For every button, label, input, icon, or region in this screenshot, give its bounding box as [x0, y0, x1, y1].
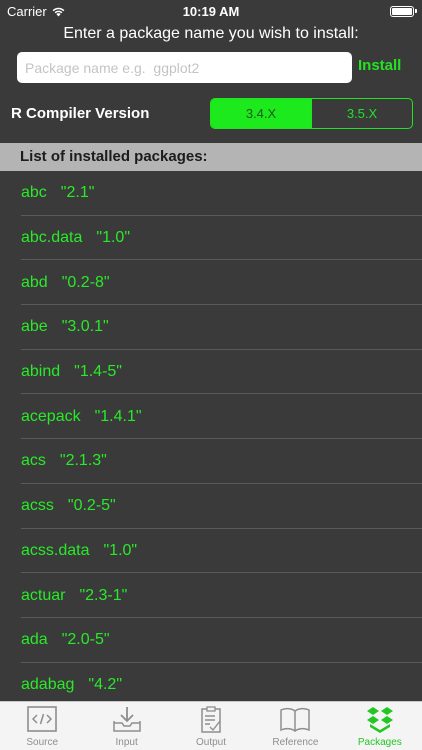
package-version: "2.1" [60, 184, 95, 202]
clock: 10:19 AM [182, 4, 240, 19]
status-bar: Carrier 10:19 AM [0, 0, 422, 22]
package-name-input[interactable] [17, 52, 352, 83]
package-row[interactable]: abc "2.1" [0, 171, 422, 216]
package-name: abc [21, 184, 47, 202]
package-version: "1.4.1" [94, 407, 142, 425]
install-prompt: Enter a package name you wish to install… [63, 25, 359, 42]
tab-label: Output [196, 737, 227, 748]
package-name: abind [21, 363, 61, 381]
tab-label: Reference [272, 737, 319, 748]
package-name: acepack [21, 407, 81, 425]
package-name: ada [21, 631, 48, 649]
compiler-option-3-5[interactable]: 3.5.X [311, 99, 412, 128]
tab-source[interactable]: Source [0, 702, 84, 750]
boxes-icon [366, 707, 393, 733]
package-version: "1.4-5" [74, 363, 122, 381]
package-name: abc.data [21, 229, 83, 247]
package-version: "3.0.1" [61, 318, 109, 336]
package-row[interactable]: acepack "1.4.1" [0, 394, 422, 439]
tab-label: Packages [357, 737, 402, 748]
install-button[interactable]: Install [358, 57, 401, 74]
tab-input[interactable]: Input [84, 702, 168, 750]
tab-packages[interactable]: Packages [338, 702, 422, 750]
package-name: acss.data [21, 541, 90, 559]
package-name: abe [21, 318, 48, 336]
package-row[interactable]: abc.data "1.0" [0, 216, 422, 261]
package-version: "2.3-1" [79, 586, 128, 604]
package-row[interactable]: abind "1.4-5" [0, 350, 422, 395]
installed-packages-header: List of installed packages: [0, 143, 422, 171]
compiler-version-label: R Compiler Version [11, 105, 150, 122]
open-book-icon [280, 707, 311, 732]
package-row[interactable]: acs "2.1.3" [0, 439, 422, 484]
package-version: "0.2-8" [61, 273, 110, 291]
battery-icon [390, 6, 417, 17]
package-row[interactable]: abe "3.0.1" [0, 305, 422, 350]
package-row[interactable]: actuar "2.3-1" [0, 573, 422, 618]
tab-bar: Source Input Output Reference Packages [0, 701, 422, 750]
installed-packages-list[interactable]: abc "2.1" abc.data "1.0" abd "0.2-8" abe "3.… [0, 171, 422, 701]
package-version: "2.0-5" [61, 631, 110, 649]
tab-reference[interactable]: Reference [253, 702, 337, 750]
package-version: "0.2-5" [67, 497, 116, 515]
package-row[interactable]: acss.data "1.0" [0, 529, 422, 574]
package-row[interactable]: acss "0.2-5" [0, 484, 422, 529]
download-tray-icon [112, 707, 141, 732]
package-version: "1.0" [96, 229, 130, 247]
tab-label: Source [26, 737, 59, 748]
package-row[interactable]: adabag "4.2" [0, 663, 422, 701]
package-version: "2.1.3" [59, 452, 107, 470]
package-name: actuar [21, 586, 66, 604]
package-name: acs [21, 452, 46, 470]
package-row[interactable]: abd "0.2-8" [0, 260, 422, 305]
tab-output[interactable]: Output [169, 702, 253, 750]
package-version: "4.2" [88, 675, 122, 693]
clipboard-check-icon [201, 706, 221, 733]
package-name: abd [21, 273, 48, 291]
package-version: "1.0" [103, 541, 138, 559]
package-name: adabag [21, 675, 75, 693]
package-name: acss [21, 497, 54, 515]
tab-label: Input [115, 737, 138, 748]
code-icon [27, 706, 58, 732]
compiler-version-segmented-control: 3.4.X 3.5.X [210, 98, 413, 129]
compiler-option-3-4[interactable]: 3.4.X [211, 99, 311, 128]
package-row[interactable]: ada "2.0-5" [0, 618, 422, 663]
